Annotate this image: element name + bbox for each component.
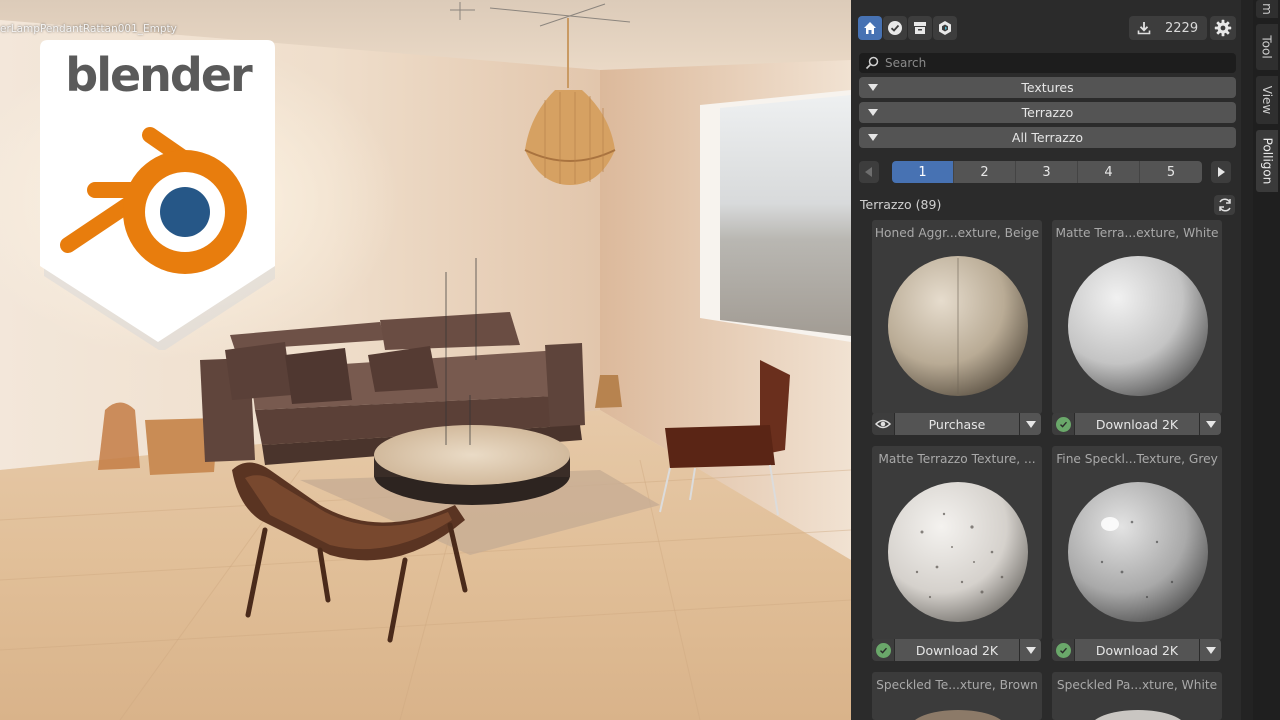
page-button-4[interactable]: 4: [1078, 161, 1140, 183]
category-dropdown[interactable]: Terrazzo: [859, 102, 1236, 123]
tab-item-label: m: [1259, 3, 1274, 15]
chevron-down-icon: [1205, 420, 1216, 428]
prev-page-button[interactable]: [859, 161, 879, 183]
card-options-dropdown[interactable]: [1019, 639, 1041, 661]
card-options-dropdown[interactable]: [1019, 413, 1041, 435]
owned-indicator: [1052, 413, 1074, 435]
tab-home[interactable]: [858, 16, 882, 40]
subcategory-dropdown[interactable]: All Terrazzo: [859, 127, 1236, 148]
tab-polligon[interactable]: [933, 16, 957, 40]
tab-tool[interactable]: Tool: [1256, 24, 1278, 70]
asset-card-title: Matte Terrazzo Texture, ...: [878, 452, 1036, 466]
home-icon: [864, 22, 876, 34]
header-tabs: [858, 16, 958, 40]
blender-logo: blender: [40, 40, 275, 350]
check-icon: [875, 642, 891, 658]
asset-card-actions: Download 2K: [1052, 413, 1222, 435]
asset-card-actions: Download 2K: [1052, 639, 1222, 661]
search-icon: [865, 56, 879, 70]
check-icon: [1055, 642, 1071, 658]
active-object-label: erLampPendantRattan001_Empty: [0, 23, 177, 35]
page-button-3[interactable]: 3: [1016, 161, 1078, 183]
chevron-down-icon: [1205, 646, 1216, 654]
asset-card-actions: Download 2K: [872, 639, 1042, 661]
tab-view-label: View: [1260, 85, 1275, 115]
purchase-button[interactable]: Purchase: [894, 413, 1019, 435]
page-button-2[interactable]: 2: [954, 161, 1016, 183]
blender-wordmark: blender: [65, 48, 252, 102]
asset-card[interactable]: Honed Aggr...exture, Beige: [872, 220, 1042, 414]
download-count: 2229: [1165, 20, 1199, 36]
search-bar[interactable]: [859, 53, 1236, 73]
category-label: Terrazzo: [1021, 105, 1074, 120]
check-circle-icon: [888, 21, 902, 35]
asset-card[interactable]: Matte Terra...exture, White: [1052, 220, 1222, 414]
panel-scrollbar[interactable]: [1241, 0, 1253, 720]
page-button-1[interactable]: 1: [892, 161, 954, 183]
asset-type-label: Textures: [1021, 80, 1074, 95]
check-icon: [1055, 416, 1071, 432]
tab-tool-label: Tool: [1260, 35, 1274, 59]
subcategory-label: All Terrazzo: [1011, 130, 1084, 145]
asset-card-title: Speckled Pa...xture, White: [1056, 678, 1218, 692]
tab-polligon[interactable]: Polligon: [1256, 130, 1278, 192]
asset-type-dropdown[interactable]: Textures: [859, 77, 1236, 98]
chevron-down-icon: [1025, 646, 1036, 654]
asset-card[interactable]: Fine Speckl...Texture, Grey: [1052, 446, 1222, 640]
asset-card-title: Honed Aggr...exture, Beige: [874, 226, 1040, 240]
header-right: 2229: [1129, 16, 1236, 40]
polygon-logo-icon: [939, 21, 951, 35]
material-preview-sphere: [888, 482, 1028, 622]
material-preview-sphere: [1095, 710, 1181, 720]
card-options-dropdown[interactable]: [1199, 639, 1221, 661]
chevron-down-icon: [1025, 420, 1036, 428]
card-options-dropdown[interactable]: [1199, 413, 1221, 435]
download-counter[interactable]: 2229: [1129, 16, 1207, 40]
page-button-5[interactable]: 5: [1140, 161, 1202, 183]
3d-viewport[interactable]: erLampPendantRattan001_Empty blender: [0, 0, 851, 720]
tab-item[interactable]: m: [1256, 0, 1278, 18]
chevron-down-icon: [868, 134, 878, 141]
chevron-down-icon: [868, 84, 878, 91]
download-2k-button[interactable]: Download 2K: [1074, 639, 1199, 661]
chevron-left-icon: [865, 167, 872, 177]
chevron-down-icon: [868, 109, 878, 116]
results-title: Terrazzo (89): [860, 197, 942, 212]
material-preview-sphere: [1068, 482, 1208, 622]
material-preview-sphere: [888, 256, 1028, 396]
owned-indicator: [1052, 639, 1074, 661]
asset-card-title: Matte Terra...exture, White: [1055, 226, 1219, 240]
asset-card-title: Speckled Te...xture, Brown: [876, 678, 1038, 692]
gear-icon: [1214, 19, 1232, 37]
tab-polligon-label: Polligon: [1260, 137, 1274, 185]
asset-card-title: Fine Speckl...Texture, Grey: [1056, 452, 1218, 466]
material-preview-sphere: [1068, 256, 1208, 396]
owned-indicator: [872, 639, 894, 661]
refresh-button[interactable]: [1214, 195, 1235, 215]
preview-button[interactable]: [872, 413, 894, 435]
download-icon: [1137, 22, 1151, 35]
tab-library[interactable]: [908, 16, 932, 40]
archive-icon: [914, 22, 926, 34]
asset-card[interactable]: Speckled Te...xture, Brown: [872, 672, 1042, 720]
pagination: 1 2 3 4 5: [859, 161, 1231, 183]
asset-card[interactable]: Speckled Pa...xture, White: [1052, 672, 1222, 720]
material-preview-sphere: [915, 710, 1001, 720]
next-page-button[interactable]: [1211, 161, 1231, 183]
refresh-icon: [1218, 198, 1231, 212]
tab-view[interactable]: View: [1256, 76, 1278, 124]
settings-button[interactable]: [1210, 16, 1236, 40]
asset-card-actions: Purchase: [872, 413, 1042, 435]
tab-owned[interactable]: [883, 16, 907, 40]
search-input[interactable]: [885, 56, 1215, 70]
chevron-right-icon: [1218, 167, 1225, 177]
eye-icon: [875, 419, 891, 429]
download-2k-button[interactable]: Download 2K: [1074, 413, 1199, 435]
download-2k-button[interactable]: Download 2K: [894, 639, 1019, 661]
asset-card[interactable]: Matte Terrazzo Texture, ...: [872, 446, 1042, 640]
sidebar-tabs: m Tool View Polligon: [1253, 0, 1280, 720]
